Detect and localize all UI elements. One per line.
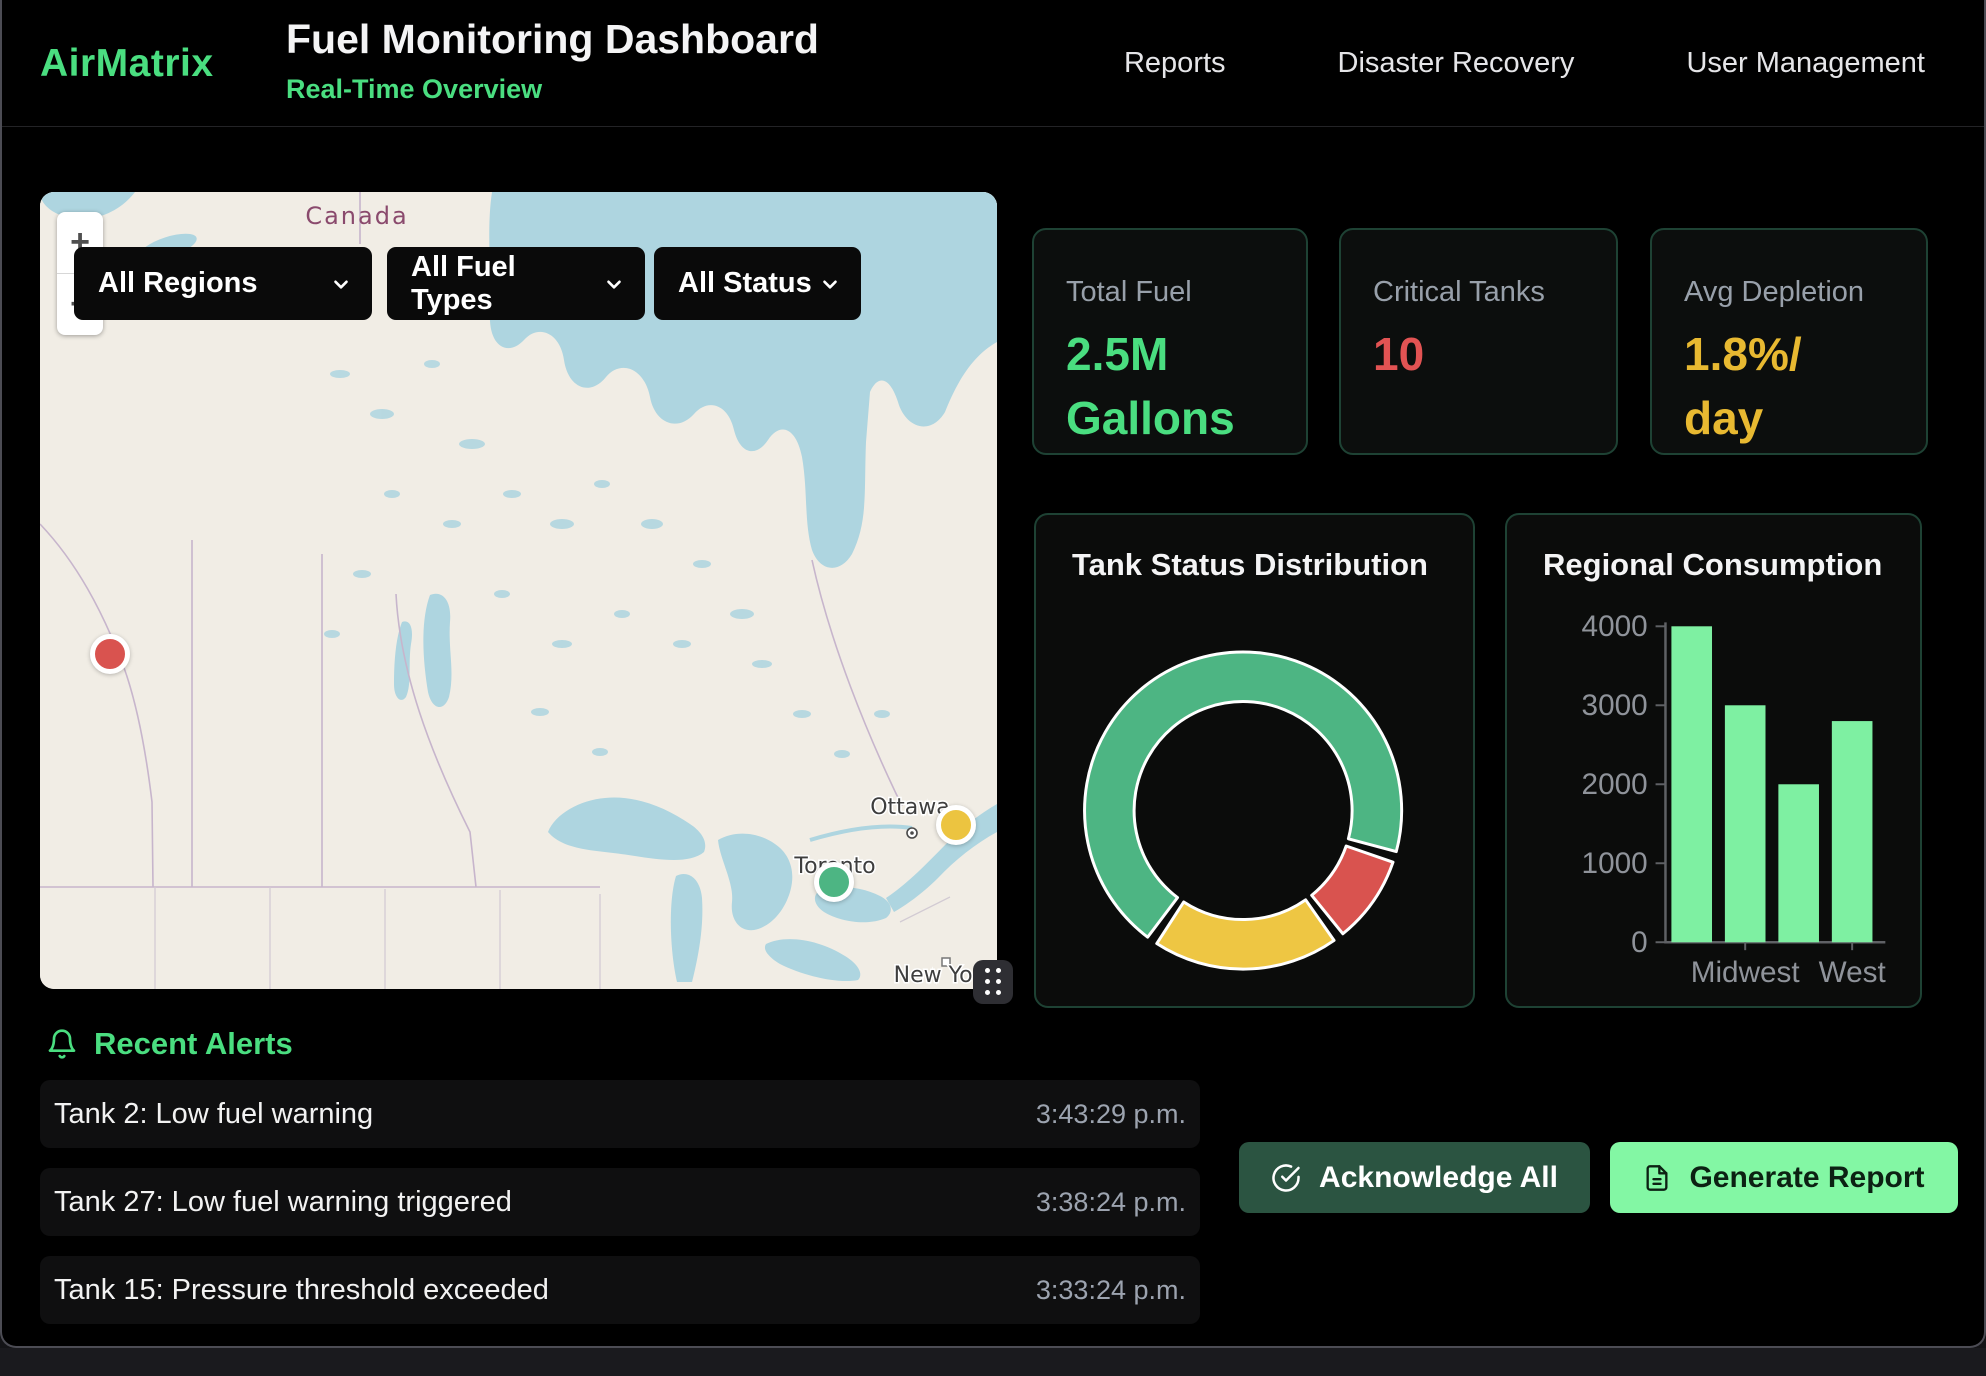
generate-report-label: Generate Report <box>1689 1161 1924 1195</box>
stat-value-line: 1.8%/ <box>1684 322 1802 386</box>
alerts-title: Recent Alerts <box>94 1026 293 1062</box>
map-label-canada: Canada <box>305 202 408 230</box>
bell-icon <box>46 1028 78 1060</box>
region-filter-value: All Regions <box>98 267 258 300</box>
stat-value-line: 10 <box>1373 322 1424 386</box>
status-filter-select[interactable]: All Status <box>654 247 861 320</box>
alerts-header: Recent Alerts <box>46 1026 293 1062</box>
regional-consumption-bar-chart: 0 1000 2000 3000 4000 Midwest West <box>1507 515 1920 1006</box>
stat-value: 10 <box>1373 322 1424 386</box>
stat-value: 1.8%/ day <box>1684 322 1802 451</box>
fuel-type-filter-select[interactable]: All Fuel Types <box>387 247 645 320</box>
stat-value-line: day <box>1684 386 1802 450</box>
stat-label: Critical Tanks <box>1373 276 1545 309</box>
nav-item-disaster-recovery[interactable]: Disaster Recovery <box>1338 47 1575 80</box>
alert-timestamp: 3:43:29 p.m. <box>1036 1099 1186 1130</box>
app-logo: AirMatrix <box>40 42 214 86</box>
stat-value-line: Gallons <box>1066 386 1235 450</box>
dashboard: AirMatrix Fuel Monitoring Dashboard Real… <box>0 0 1986 1348</box>
bar-0 <box>1671 626 1712 942</box>
bar-xtick-label: West <box>1819 956 1887 989</box>
donut-segment-critical <box>1312 846 1393 934</box>
tank-marker-normal[interactable] <box>814 862 854 902</box>
alert-row: Tank 2: Low fuel warning 3:43:29 p.m. <box>40 1080 1200 1148</box>
acknowledge-all-label: Acknowledge All <box>1319 1161 1558 1195</box>
document-icon <box>1643 1164 1671 1192</box>
stat-card-avg-depletion: Avg Depletion 1.8%/ day <box>1650 228 1928 455</box>
bar-2 <box>1778 784 1819 942</box>
alert-message: Tank 15: Pressure threshold exceeded <box>54 1274 549 1307</box>
alert-timestamp: 3:33:24 p.m. <box>1036 1275 1186 1306</box>
nav-item-reports[interactable]: Reports <box>1124 47 1226 80</box>
stat-value: 2.5M Gallons <box>1066 322 1235 451</box>
page-title: Fuel Monitoring Dashboard <box>286 16 819 63</box>
bar-ytick-label: 3000 <box>1582 689 1648 722</box>
regional-consumption-chart-card: Regional Consumption 01000200030004000Mi… <box>1505 513 1922 1008</box>
map-resize-handle[interactable] <box>973 960 1013 1004</box>
alert-row: Tank 15: Pressure threshold exceeded 3:3… <box>40 1256 1200 1324</box>
bar-ytick-label: 4000 <box>1582 610 1648 643</box>
donut-segment-warning <box>1157 900 1334 969</box>
stat-value-line: 2.5M <box>1066 322 1235 386</box>
nav-item-user-management[interactable]: User Management <box>1686 47 1925 80</box>
stat-label: Avg Depletion <box>1684 276 1864 309</box>
alert-row: Tank 27: Low fuel warning triggered 3:38… <box>40 1168 1200 1236</box>
stat-label: Total Fuel <box>1066 276 1192 309</box>
fuel-type-filter-value: All Fuel Types <box>411 251 603 317</box>
chevron-down-icon <box>330 273 352 295</box>
tank-status-donut-chart <box>1036 515 1473 1006</box>
bar-xtick-label: Midwest <box>1691 956 1801 989</box>
region-filter-select[interactable]: All Regions <box>74 247 372 320</box>
tank-map[interactable]: Canada Ottawa Toronto New York + − All R… <box>40 192 997 989</box>
stat-card-total-fuel: Total Fuel 2.5M Gallons <box>1032 228 1308 455</box>
tank-marker-warning[interactable] <box>936 805 976 845</box>
alert-message: Tank 2: Low fuel warning <box>54 1098 373 1131</box>
bar-3 <box>1832 721 1873 942</box>
generate-report-button[interactable]: Generate Report <box>1610 1142 1958 1213</box>
alert-message: Tank 27: Low fuel warning triggered <box>54 1186 512 1219</box>
check-circle-icon <box>1271 1163 1301 1193</box>
status-filter-value: All Status <box>678 267 812 300</box>
ottawa-town-dot-center <box>910 831 914 835</box>
bar-ytick-label: 0 <box>1631 926 1648 959</box>
main-nav: Reports Disaster Recovery User Managemen… <box>1124 0 1925 126</box>
tank-marker-critical[interactable] <box>90 634 130 674</box>
bar-1 <box>1725 705 1766 942</box>
acknowledge-all-button[interactable]: Acknowledge All <box>1239 1142 1590 1213</box>
bar-ytick-label: 1000 <box>1582 847 1648 880</box>
window-chrome-bottom <box>0 1348 1986 1376</box>
chevron-down-icon <box>603 273 625 295</box>
alert-timestamp: 3:38:24 p.m. <box>1036 1187 1186 1218</box>
stat-card-critical-tanks: Critical Tanks 10 <box>1339 228 1618 455</box>
header: AirMatrix Fuel Monitoring Dashboard Real… <box>2 0 1984 127</box>
chevron-down-icon <box>819 273 841 295</box>
bar-ytick-label: 2000 <box>1582 768 1648 801</box>
page-subtitle: Real-Time Overview <box>286 74 542 105</box>
tank-status-chart-card: Tank Status Distribution <box>1034 513 1475 1008</box>
